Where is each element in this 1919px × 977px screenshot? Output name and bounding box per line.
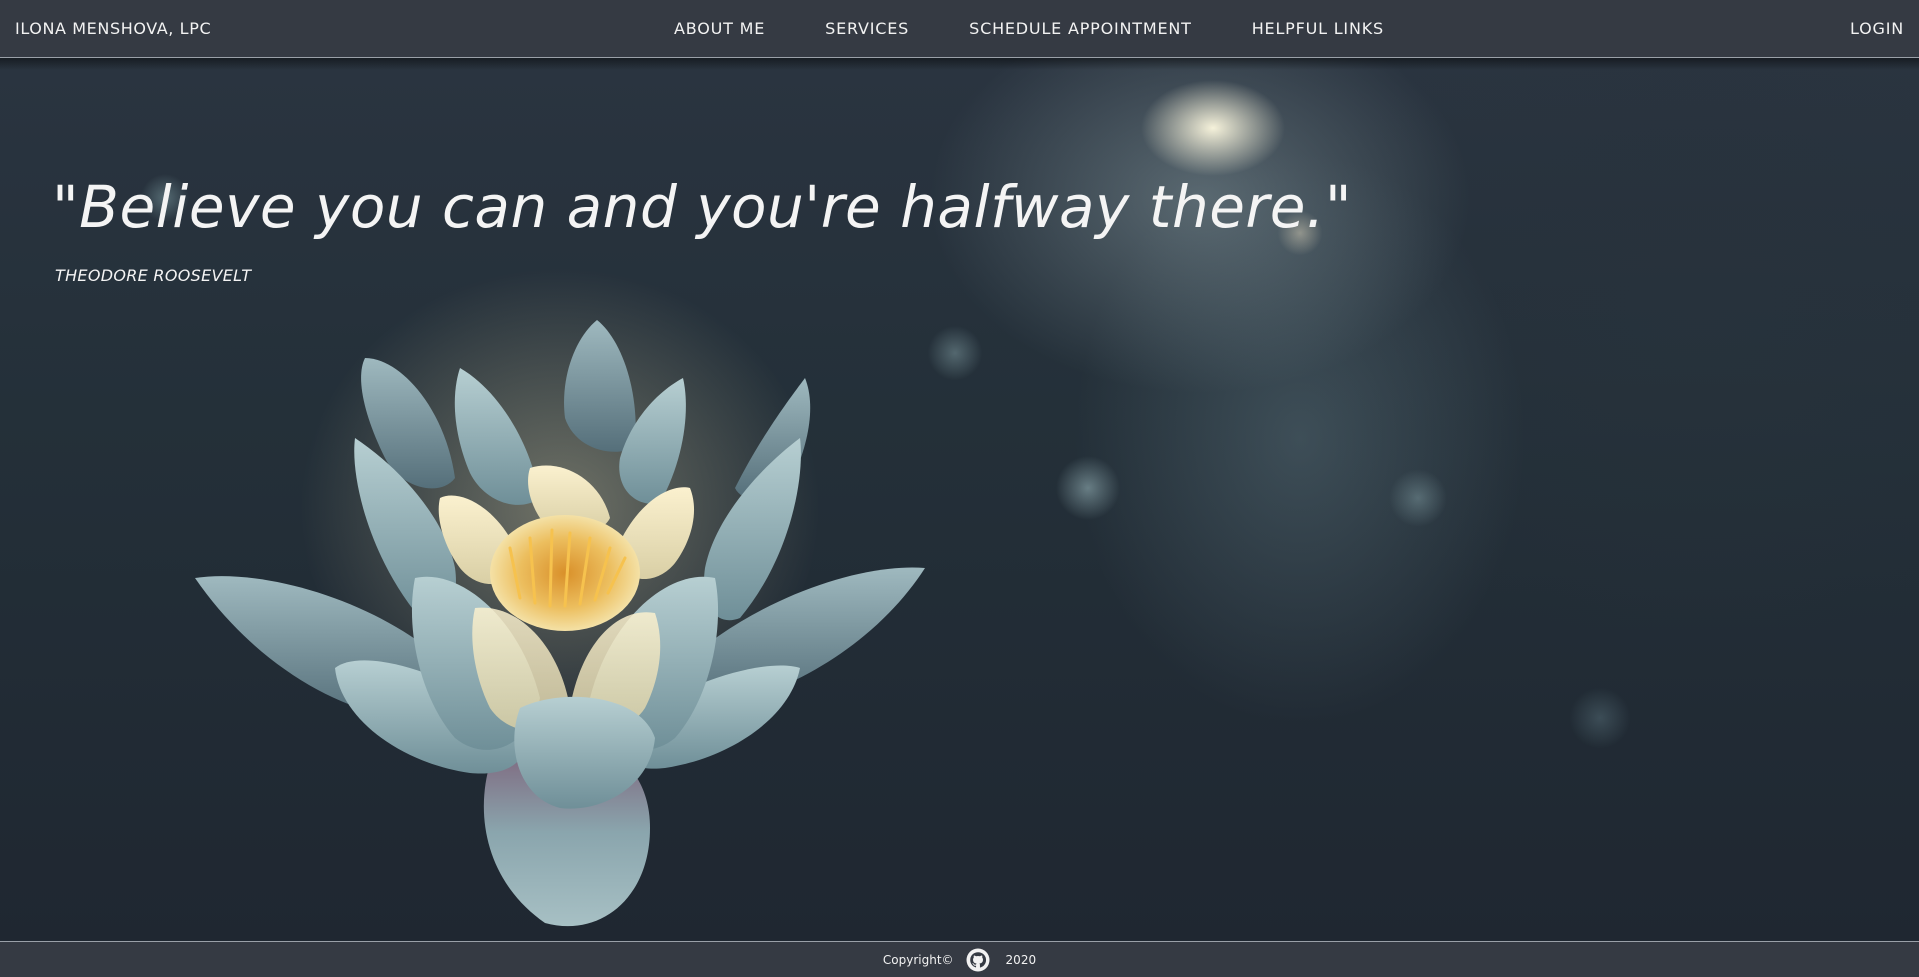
nav-about-me[interactable]: ABOUT ME: [674, 0, 765, 58]
github-icon[interactable]: [966, 948, 990, 972]
brand-link[interactable]: ILONA MENSHOVA, LPC: [15, 0, 211, 58]
hero-section: "Believe you can and you're halfway ther…: [0, 58, 1919, 941]
hero-quote: "Believe you can and you're halfway ther…: [52, 173, 1353, 241]
main-nav: ABOUT ME SERVICES SCHEDULE APPOINTMENT H…: [674, 0, 1384, 58]
login-link[interactable]: LOGIN: [1850, 0, 1904, 58]
page-footer: Copyright© 2020: [0, 941, 1919, 977]
top-navbar: ILONA MENSHOVA, LPC ABOUT ME SERVICES SC…: [0, 0, 1919, 58]
nav-services[interactable]: SERVICES: [825, 0, 909, 58]
copyright-year: 2020: [1005, 952, 1037, 967]
nav-helpful-links[interactable]: HELPFUL LINKS: [1252, 0, 1384, 58]
quote-author: THEODORE ROOSEVELT: [55, 266, 252, 285]
nav-schedule-appointment[interactable]: SCHEDULE APPOINTMENT: [969, 0, 1192, 58]
copyright-text: Copyright©: [882, 952, 954, 967]
